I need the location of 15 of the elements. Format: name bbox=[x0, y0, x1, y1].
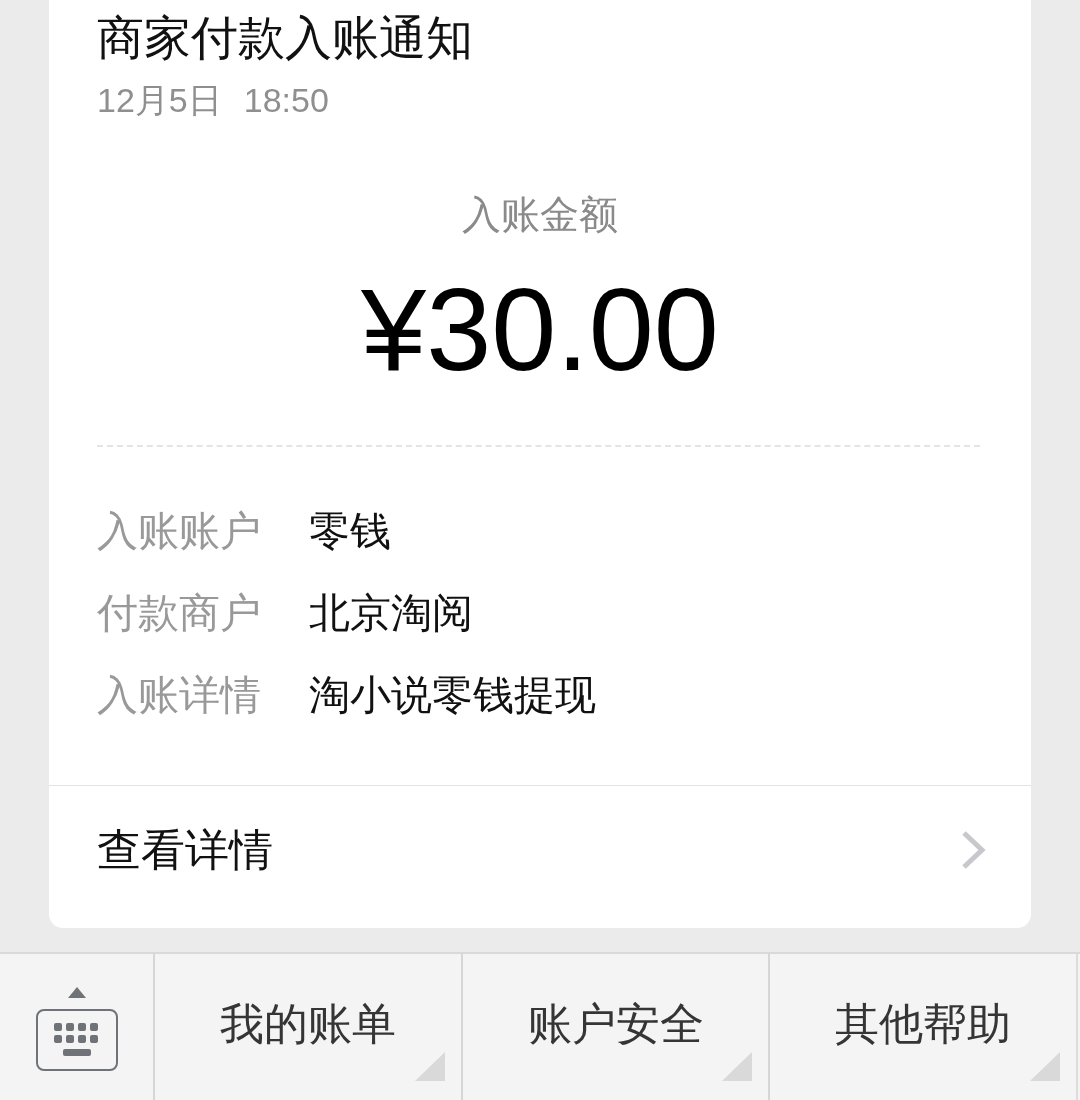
amount-value: ¥30.00 bbox=[361, 265, 719, 395]
view-details-link[interactable]: 查看详情 bbox=[49, 786, 1031, 928]
chevron-right-icon bbox=[961, 830, 987, 870]
detail-label: 入账详情 bbox=[97, 670, 262, 720]
detail-value: 零钱 bbox=[309, 506, 391, 556]
detail-value: 北京淘阅 bbox=[309, 588, 473, 638]
keyboard-icon bbox=[35, 1009, 118, 1071]
notice-time: 18:50 bbox=[243, 80, 329, 121]
amount-label: 入账金额 bbox=[462, 192, 618, 238]
detail-label: 付款商户 bbox=[97, 588, 262, 638]
notice-title: 商家付款入账通知 bbox=[97, 10, 474, 66]
detail-value: 淘小说零钱提现 bbox=[309, 670, 596, 720]
notice-date: 12月5日 bbox=[97, 80, 222, 121]
caret-up-icon bbox=[67, 987, 86, 998]
detail-label: 入账账户 bbox=[97, 506, 262, 556]
